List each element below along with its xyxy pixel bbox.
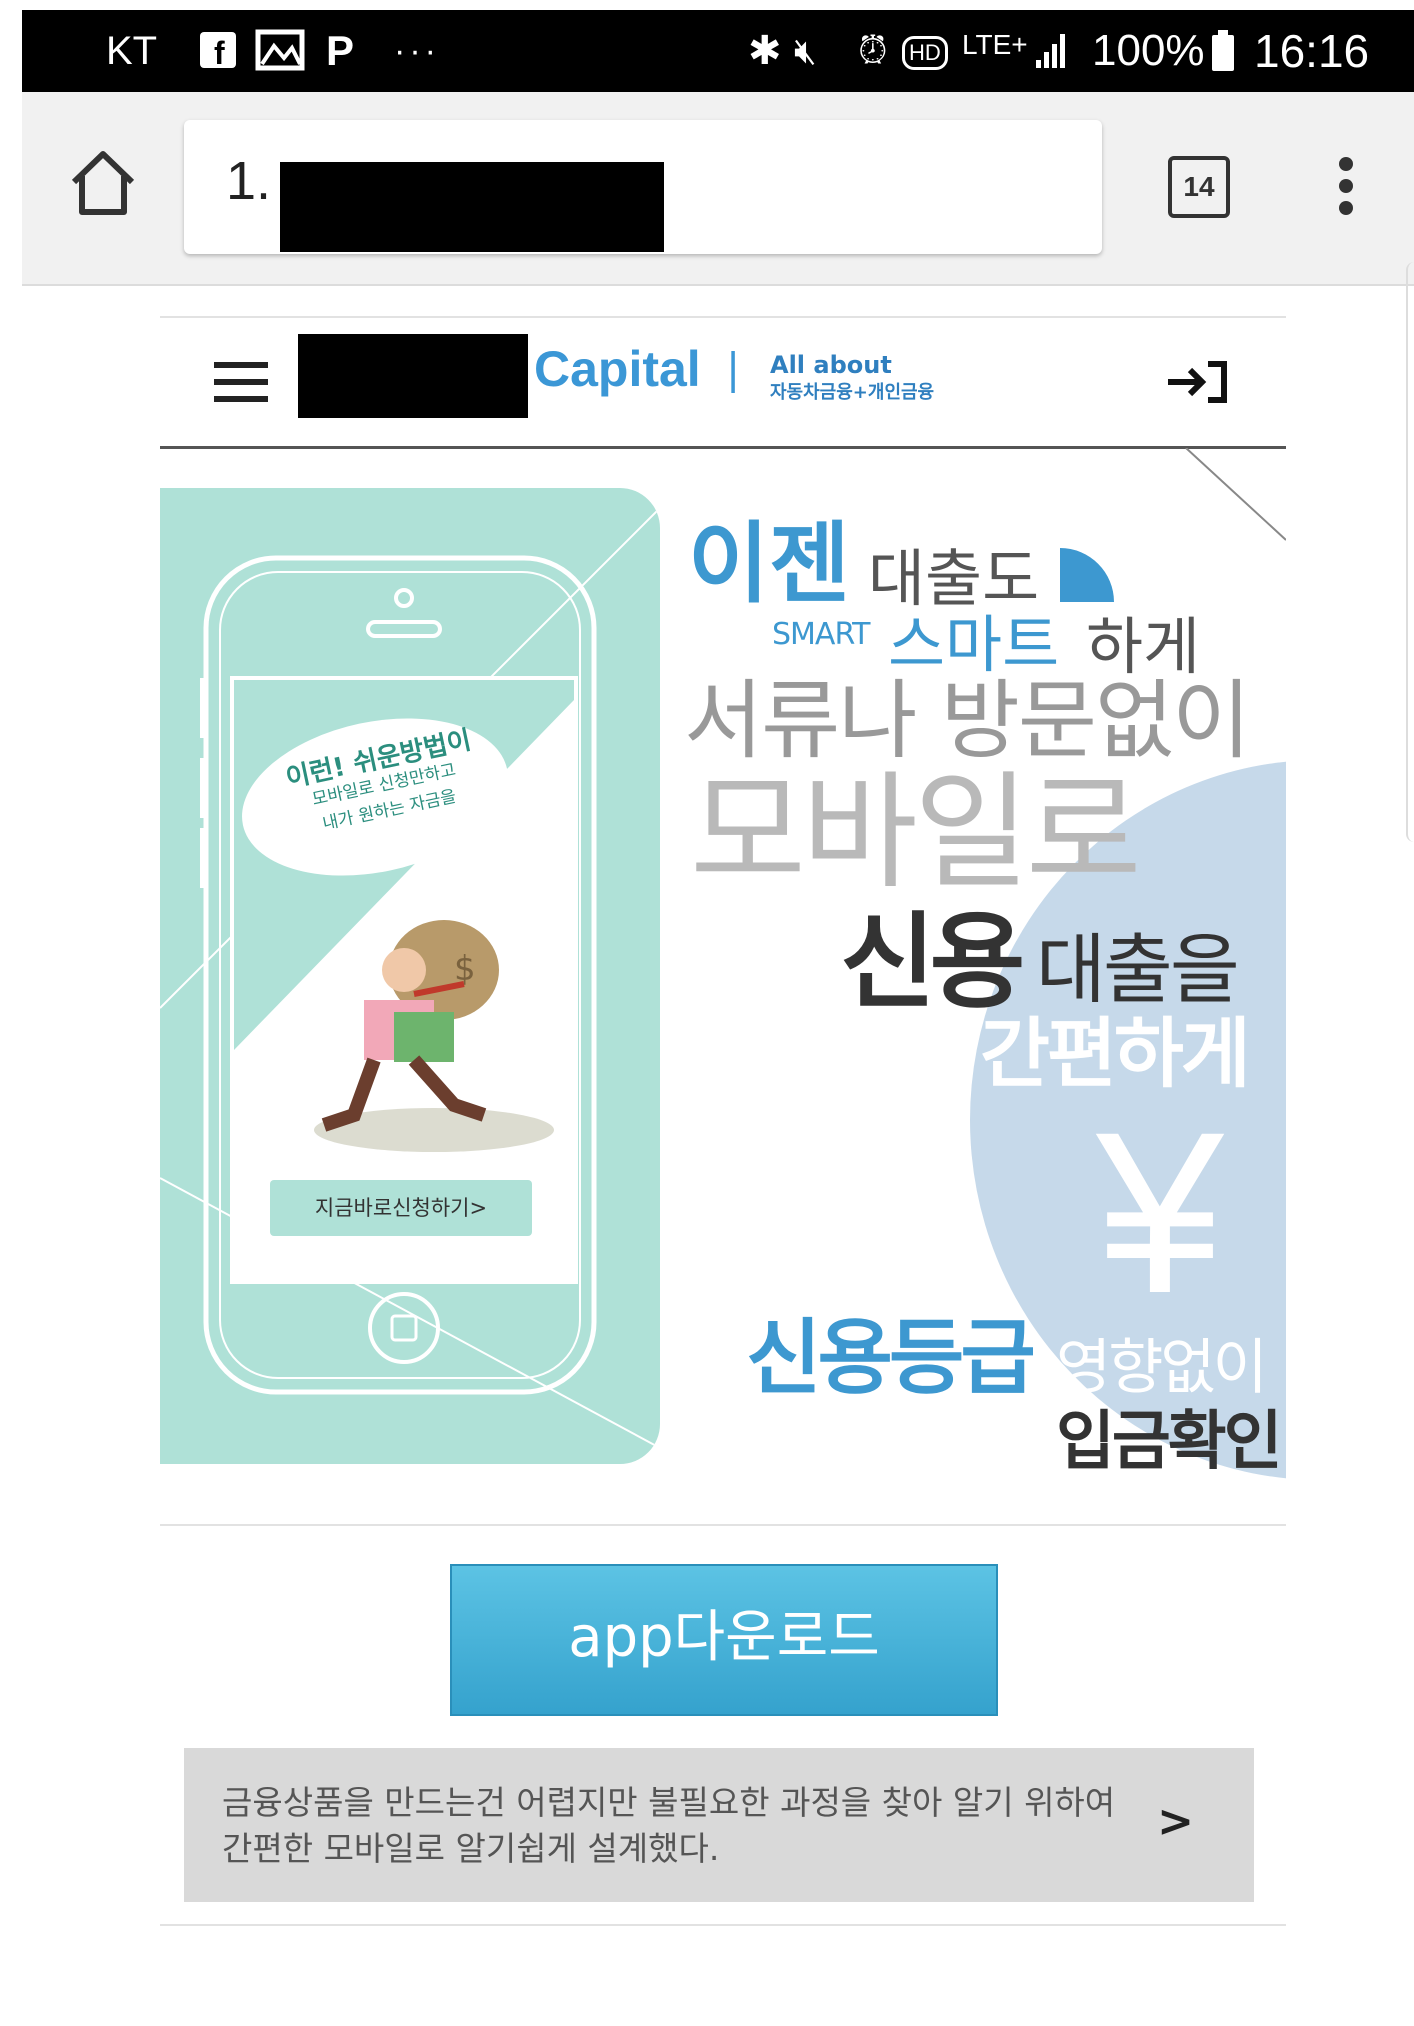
headline-smart-en: SMART (772, 617, 870, 652)
phone-screen: 이런! 쉬운방법이 모바일로 신청만하고 내가 원하는 자금을 $ 지금바로신청… (230, 676, 578, 1284)
info-text: 금융상품을 만드는건 어렵지만 불필요한 과정을 찾아 알기 위하여 간편한 모… (222, 1783, 1116, 1868)
redacted-url (280, 162, 664, 252)
headline-loan-too: 대출도 (868, 542, 1040, 615)
redacted-logo (298, 334, 528, 418)
tagline-bottom: 자동차금융+개인금융 (770, 382, 935, 403)
site-header: Capital | All about 자동차금융+개인금융 (160, 318, 1286, 446)
tab-switcher-button[interactable]: 14 (1168, 156, 1230, 218)
headline-ijen: 이젠 (688, 512, 850, 615)
home-icon[interactable] (66, 146, 140, 220)
headline-smart-kr: 스마트 (888, 608, 1060, 681)
blue-quarter-icon (1060, 548, 1114, 602)
yen-symbol-icon: ¥ (1096, 1084, 1224, 1341)
info-box[interactable]: 금융상품을 만드는건 어렵지만 불필요한 과정을 찾아 알기 위하여 간편한 모… (184, 1748, 1254, 1902)
browser-toolbar: 1. 14 (22, 92, 1414, 286)
headline-hage: 하게 (1086, 610, 1201, 683)
man-with-money-bag-illustration: $ (314, 920, 554, 1152)
login-icon[interactable] (1164, 358, 1230, 406)
app-download-button[interactable]: app다운로드 (450, 1564, 998, 1716)
battery-percent: 100% (1092, 26, 1205, 75)
status-bar: KT f P ··· ✱ 🔇︎ ⏰︎ HD LTE+ 100% 16:16 (22, 10, 1414, 92)
phone-card: 이런! 쉬운방법이 모바일로 신청만하고 내가 원하는 자금을 $ 지금바로신청… (160, 488, 660, 1464)
address-bar[interactable]: 1. (184, 120, 1102, 254)
alarm-icon: ⏰︎ (858, 30, 888, 72)
more-notifications-icon: ··· (394, 32, 440, 70)
p-icon: P (326, 27, 355, 74)
divider (160, 1524, 1286, 1526)
bluetooth-icon: ✱ (748, 29, 782, 73)
headline-no-effect: 영향없이 (1056, 1333, 1268, 1403)
headline-credit: 신용 (840, 901, 1025, 1023)
carrier-label: KT (106, 29, 158, 73)
tagline-top: All about (770, 351, 892, 379)
chevron-right-icon[interactable]: > (1157, 1796, 1194, 1847)
apply-now-button[interactable]: 지금바로신청하기> (270, 1180, 532, 1236)
url-text[interactable]: 1. (226, 150, 271, 212)
svg-text:f: f (214, 35, 225, 71)
clock: 16:16 (1254, 25, 1370, 77)
headline-no-docs: 서류나 방문없이 (684, 671, 1251, 771)
scroll-edge (1406, 262, 1414, 842)
network-label: LTE+ (962, 29, 1028, 60)
headline-grade: 신용등급 (746, 1311, 1036, 1406)
brand-separator: | (726, 344, 741, 393)
divider (160, 1924, 1286, 1926)
headline-mobile: 모바일로 (690, 759, 1142, 906)
hamburger-menu-icon[interactable] (214, 360, 270, 404)
mute-icon: 🔇︎ (794, 30, 817, 71)
brand-name[interactable]: Capital (534, 340, 701, 398)
overflow-menu-icon[interactable] (1338, 156, 1354, 216)
promo-banner[interactable]: 이런! 쉬운방법이 모바일로 신청만하고 내가 원하는 자금을 $ 지금바로신청… (160, 448, 1286, 1490)
headline-deposit: 입금확인 (1056, 1405, 1283, 1479)
headline-credit-loan: 대출을 (1036, 925, 1240, 1014)
headline-easy: 간편하게 (980, 1009, 1251, 1098)
hd-icon: HD (902, 36, 948, 70)
